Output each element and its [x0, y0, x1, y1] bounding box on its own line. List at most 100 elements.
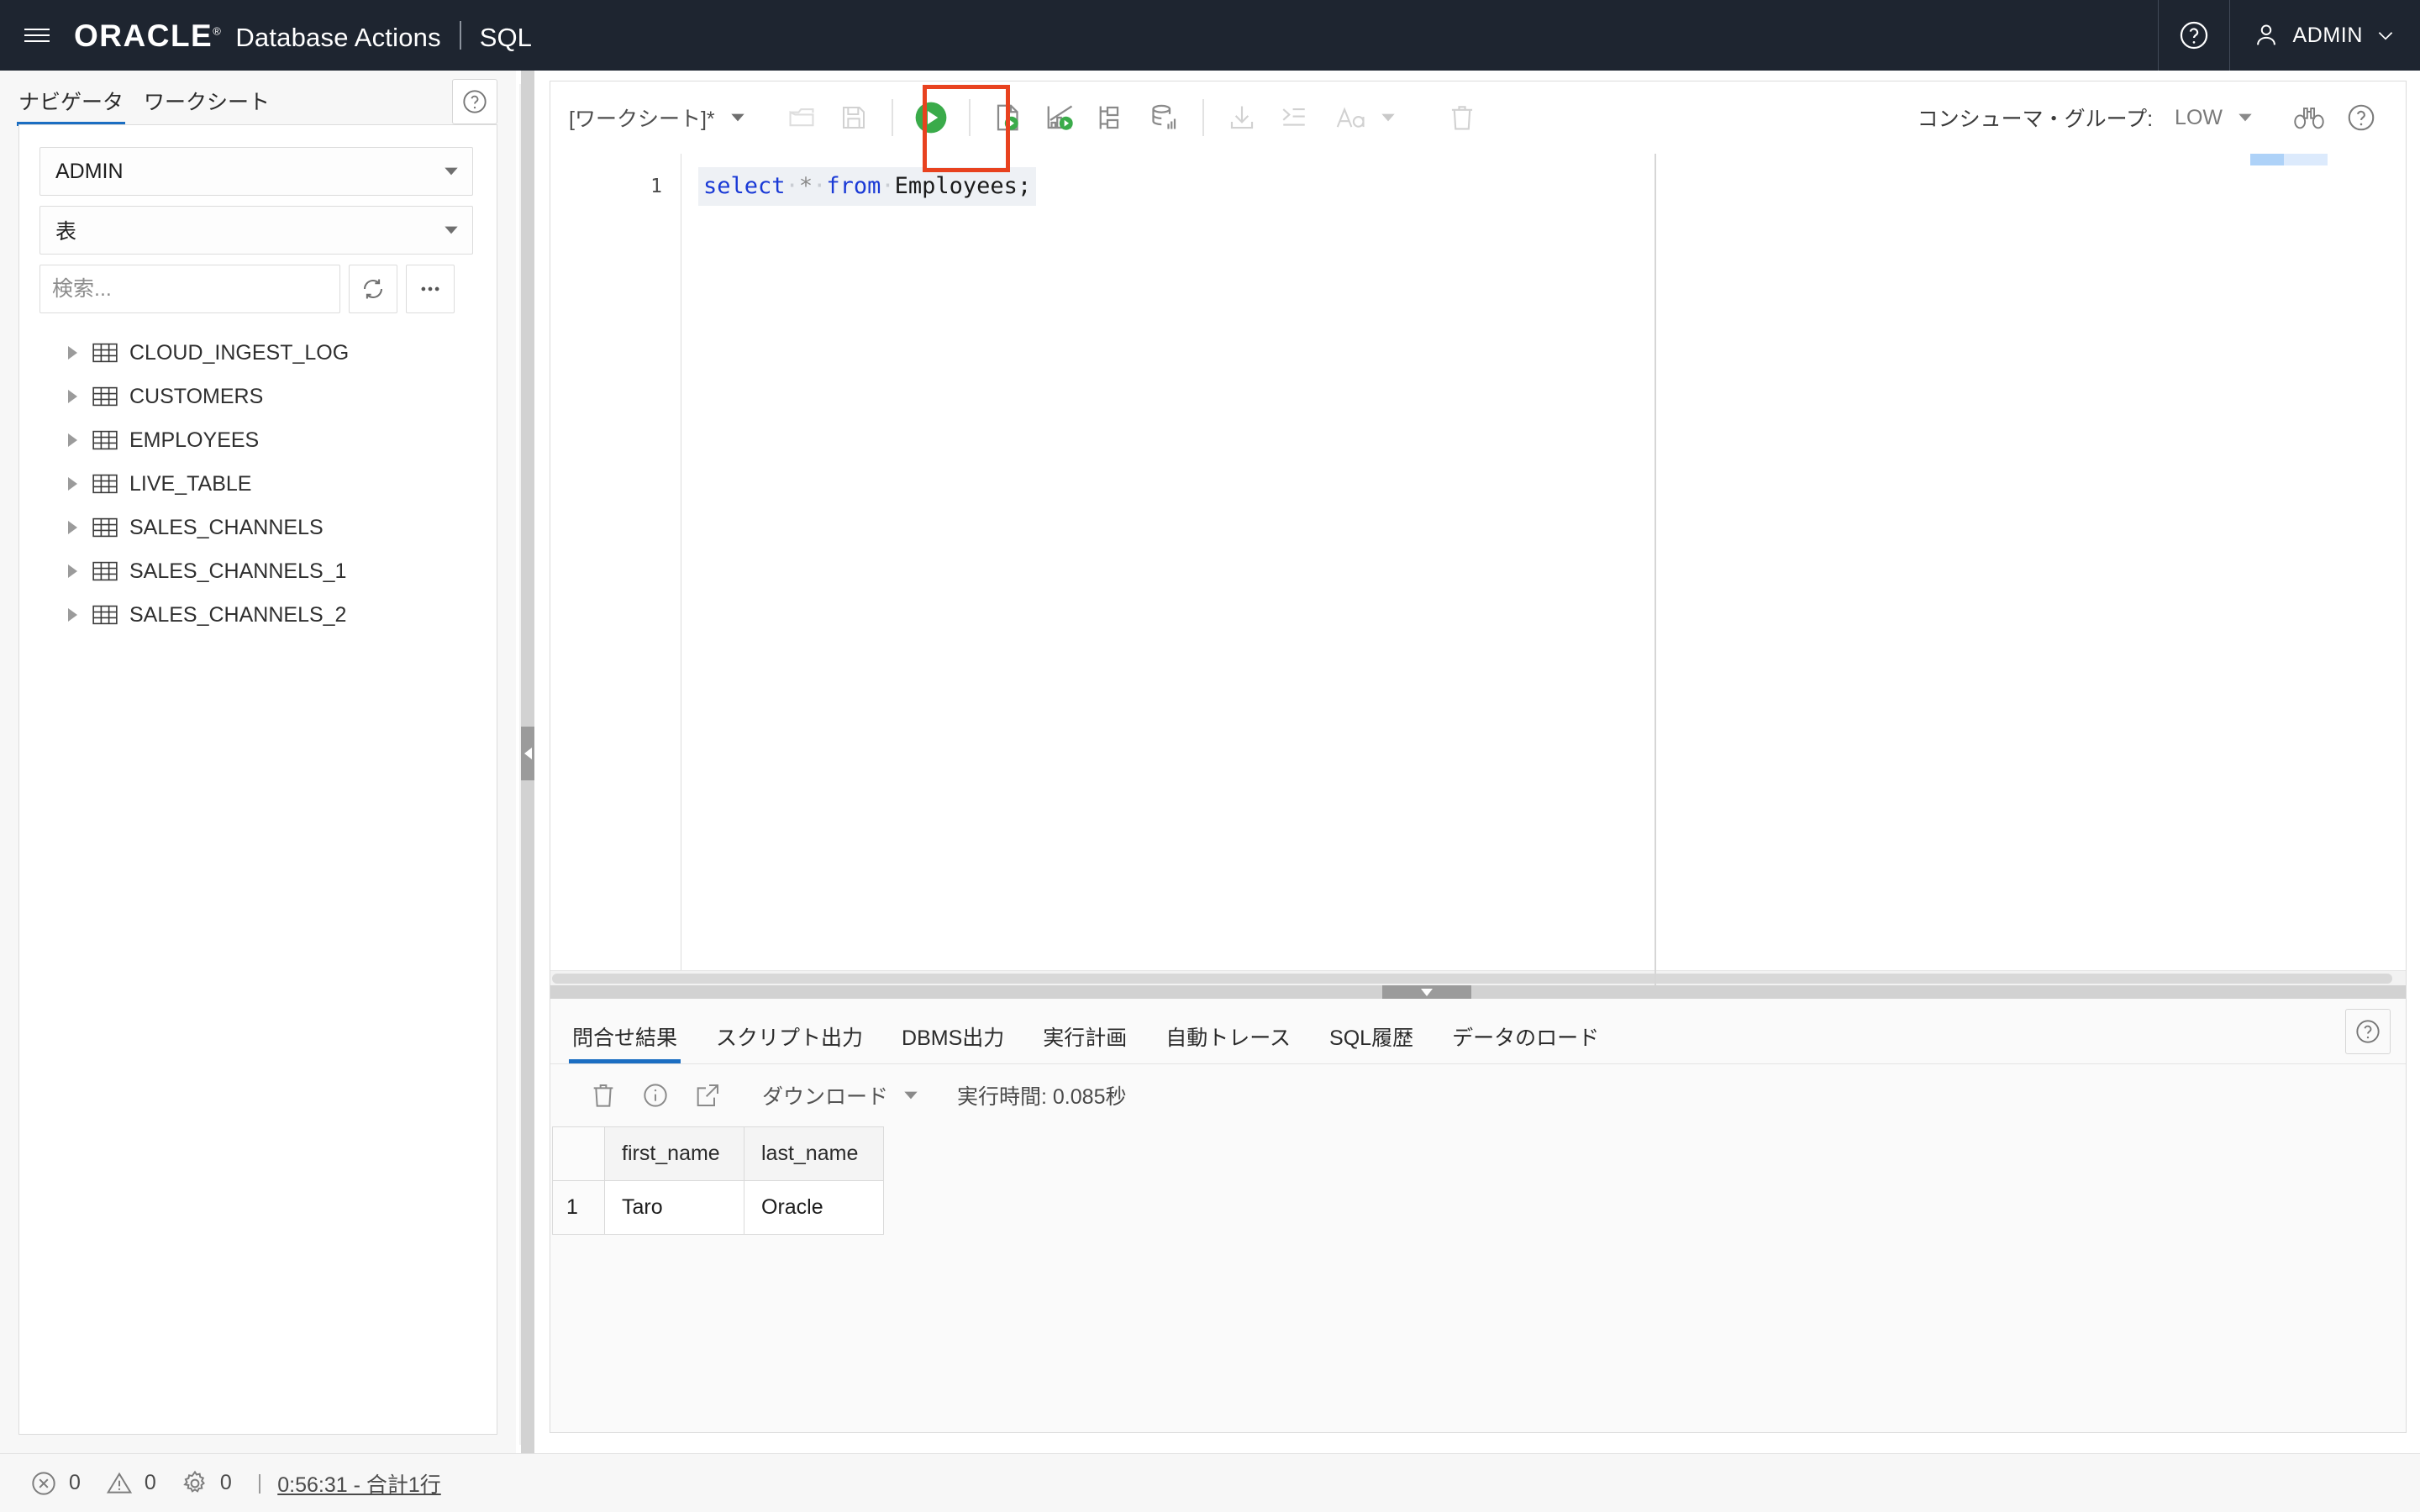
font-size-button[interactable]: [1320, 92, 1413, 144]
results-splitter-track[interactable]: [550, 985, 2406, 999]
toolbar-divider: [892, 99, 893, 136]
list-item-label: CLOUD_INGEST_LOG: [129, 341, 349, 365]
oracle-logo: ORACLE®: [74, 18, 222, 54]
caret-down-icon: [902, 1086, 920, 1105]
search-input[interactable]: [39, 265, 340, 313]
worksheet-toolbar: [ワークシート]*: [550, 81, 2406, 154]
navigator-panel: ADMIN 表: [18, 124, 497, 1435]
table-icon: [92, 429, 118, 451]
column-header-first-name[interactable]: first_name: [605, 1127, 744, 1181]
expand-triangle-icon[interactable]: [68, 346, 77, 360]
list-item[interactable]: SALES_CHANNELS: [19, 506, 497, 549]
header-right-group: ADMIN: [2158, 0, 2420, 71]
binoculars-icon: [2294, 105, 2324, 130]
results-collapse-handle[interactable]: [1382, 985, 1471, 999]
caret-down-icon: [442, 221, 460, 239]
hamburger-menu-icon[interactable]: [0, 0, 74, 71]
cell-first-name[interactable]: Taro: [605, 1181, 744, 1235]
list-item[interactable]: SALES_CHANNELS_2: [19, 593, 497, 637]
download-button[interactable]: [1216, 92, 1268, 144]
find-button[interactable]: [2283, 92, 2335, 144]
result-info-button[interactable]: [629, 1069, 681, 1121]
sidebar-tab-navigator[interactable]: ナビゲータ: [18, 86, 124, 126]
warning-status[interactable]: 0: [106, 1470, 156, 1497]
tab-script-output[interactable]: スクリプト出力: [716, 1021, 863, 1063]
app-header: ORACLE® Database Actions SQL ADMIN: [0, 0, 2420, 71]
clear-results-button[interactable]: [577, 1069, 629, 1121]
tab-query-result[interactable]: 問合せ結果: [572, 1021, 677, 1063]
sql-keyword-from: from: [826, 173, 881, 199]
tab-explain-plan[interactable]: 実行計画: [1043, 1021, 1127, 1063]
editor-horizontal-scrollbar[interactable]: [550, 970, 2406, 985]
list-item[interactable]: CUSTOMERS: [19, 375, 497, 418]
object-type-select[interactable]: 表: [39, 206, 473, 255]
clear-button[interactable]: [1436, 92, 1488, 144]
more-options-button[interactable]: [406, 265, 455, 313]
expand-triangle-icon[interactable]: [68, 433, 77, 447]
editor-vertical-divider: [1655, 154, 1656, 985]
table-row[interactable]: 1 Taro Oracle: [553, 1181, 884, 1235]
editor-hscroll-thumb[interactable]: [552, 974, 2392, 984]
tab-data-load[interactable]: データのロード: [1452, 1021, 1599, 1063]
expand-triangle-icon[interactable]: [68, 564, 77, 578]
tab-autotrace[interactable]: 自動トレース: [1165, 1021, 1291, 1063]
refresh-button[interactable]: [349, 265, 397, 313]
help-circle-icon[interactable]: [2159, 0, 2229, 71]
toolbar-divider-3: [1202, 99, 1204, 136]
save-button[interactable]: [828, 92, 880, 144]
expand-triangle-icon[interactable]: [68, 608, 77, 622]
sidebar-help-button[interactable]: [452, 79, 497, 124]
worksheet-help-button[interactable]: [2335, 92, 2387, 144]
toolbar-divider-2: [969, 99, 971, 136]
worksheet-name-dropdown[interactable]: [ワークシート]*: [569, 102, 747, 133]
list-item[interactable]: CLOUD_INGEST_LOG: [19, 331, 497, 375]
open-file-button[interactable]: [776, 92, 828, 144]
list-item-label: SALES_CHANNELS_2: [129, 603, 346, 627]
caret-down-icon: [1379, 108, 1397, 127]
product-name: Database Actions: [235, 23, 440, 53]
open-in-new-window-button[interactable]: [681, 1069, 734, 1121]
download-results-dropdown[interactable]: ダウンロード: [762, 1080, 920, 1110]
column-header-last-name[interactable]: last_name: [744, 1127, 884, 1181]
run-statement-button[interactable]: [905, 92, 957, 144]
schema-select[interactable]: ADMIN: [39, 147, 473, 196]
expand-triangle-icon[interactable]: [68, 390, 77, 403]
format-sql-button[interactable]: [1268, 92, 1320, 144]
worksheet-panel: [ワークシート]*: [550, 81, 2407, 1433]
sql-code-line[interactable]: select·*·from·Employees;: [698, 167, 1036, 206]
editor-minimap[interactable]: [2250, 154, 2328, 165]
explain-plan-button[interactable]: [1034, 92, 1086, 144]
expand-triangle-icon[interactable]: [68, 477, 77, 491]
settings-status[interactable]: 0: [182, 1470, 232, 1497]
user-menu[interactable]: ADMIN: [2230, 0, 2420, 71]
list-item-label: SALES_CHANNELS_1: [129, 559, 346, 584]
error-circle-icon: [30, 1470, 57, 1497]
sql-star: *: [799, 173, 813, 199]
autotrace-button[interactable]: [1086, 92, 1139, 144]
list-item-label: SALES_CHANNELS: [129, 516, 324, 540]
run-script-button[interactable]: [982, 92, 1034, 144]
tab-dbms-output[interactable]: DBMS出力: [902, 1021, 1004, 1063]
gear-icon: [182, 1470, 208, 1497]
list-item[interactable]: LIVE_TABLE: [19, 462, 497, 506]
consumer-group-select[interactable]: LOW: [2175, 106, 2254, 130]
sidebar-tab-worksheet[interactable]: ワークシート: [144, 86, 270, 126]
list-item[interactable]: SALES_CHANNELS_1: [19, 549, 497, 593]
status-summary-link[interactable]: 0:56:31 - 合計1行: [277, 1468, 441, 1499]
results-grid[interactable]: first_name last_name 1 Taro Oracle: [552, 1126, 884, 1235]
sidebar-collapse-handle[interactable]: [521, 727, 534, 780]
sql-editor[interactable]: 1 select·*·from·Employees;: [550, 154, 2406, 985]
list-item[interactable]: EMPLOYEES: [19, 418, 497, 462]
expand-triangle-icon[interactable]: [68, 521, 77, 534]
refresh-icon: [360, 276, 386, 302]
sql-keyword-select: select: [703, 173, 786, 199]
tab-sql-history[interactable]: SQL履歴: [1329, 1021, 1413, 1063]
list-item-label: EMPLOYEES: [129, 428, 259, 453]
external-link-icon: [694, 1082, 721, 1109]
registered-mark: ®: [213, 24, 222, 37]
cell-last-name[interactable]: Oracle: [744, 1181, 884, 1235]
explain-plan-icon: [1045, 102, 1076, 133]
error-status[interactable]: 0: [30, 1470, 81, 1497]
sql-tuning-advisor-button[interactable]: [1139, 92, 1191, 144]
results-help-button[interactable]: [2345, 1009, 2391, 1054]
